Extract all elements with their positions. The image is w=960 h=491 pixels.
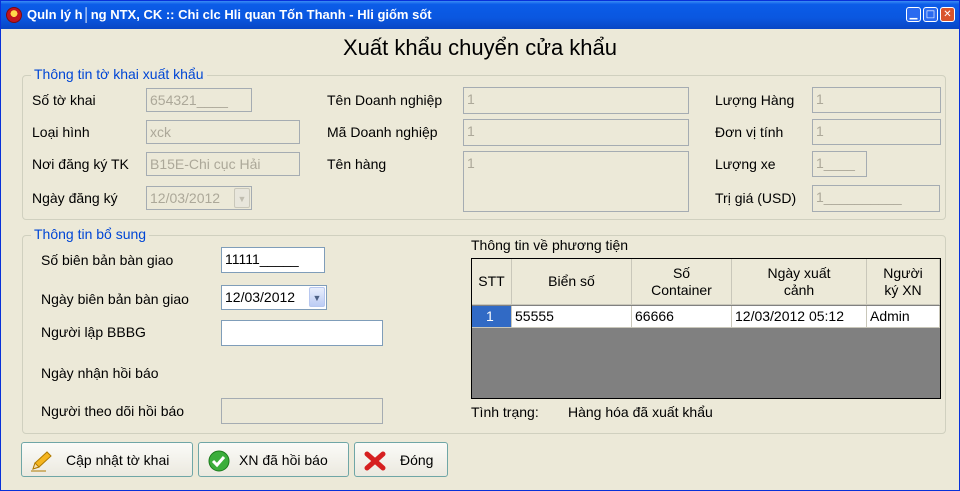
main-window: Quln lý h│ng NTX, CK :: Chi clc Hli quan… <box>0 0 960 491</box>
vehicle-info-title: Thông tin về phương tiện <box>471 237 629 253</box>
ten-doanh-nghiep-label: Tên Doanh nghiệp <box>327 92 443 108</box>
ma-doanh-nghiep-field[interactable]: 1 <box>463 119 689 146</box>
luong-hang-field[interactable]: 1 <box>812 87 941 113</box>
close-x-icon <box>364 451 386 471</box>
ten-hang-label: Tên hàng <box>327 156 387 172</box>
update-declaration-button[interactable]: Cập nhật tờ khai <box>21 442 193 477</box>
luong-xe-label: Lượng xe <box>715 156 776 172</box>
status-value: Hàng hóa đã xuất khẩu <box>568 404 713 420</box>
confirm-report-button[interactable]: XN đã hồi báo <box>198 442 349 477</box>
app-emblem-icon[interactable] <box>6 7 22 23</box>
column-header[interactable]: STT <box>472 259 512 305</box>
update-button-label: Cập nhật tờ khai <box>66 452 170 468</box>
nguoi-lap-field[interactable] <box>221 320 383 346</box>
close-button-label: Đóng <box>400 452 434 468</box>
column-header[interactable]: Người ký XN <box>867 259 940 305</box>
ngay-bbbg-label: Ngày biên bản bàn giao <box>41 291 189 307</box>
ngay-dang-ky-value: 12/03/2012 <box>150 190 221 206</box>
ngay-dang-ky-combo[interactable]: 12/03/2012 ▼ <box>146 186 252 210</box>
column-header[interactable]: Số Container <box>632 259 732 305</box>
cell-bien-so[interactable]: 55555 <box>512 306 632 328</box>
cell-nguoi-ky[interactable]: Admin <box>867 306 940 328</box>
ten-hang-field[interactable]: 1 <box>463 151 689 212</box>
table-row[interactable]: 1 55555 66666 12/03/2012 05:12 Admin <box>472 306 940 328</box>
ten-doanh-nghiep-field[interactable]: 1 <box>463 87 689 114</box>
noi-dang-ky-field[interactable]: B15E-Chi cục Hải <box>146 152 300 176</box>
chevron-down-icon[interactable]: ▼ <box>234 188 250 208</box>
confirm-button-label: XN đã hồi báo <box>239 452 328 468</box>
column-header[interactable]: Ngày xuất cảnh <box>732 259 867 305</box>
tri-gia-label: Trị giá (USD) <box>715 190 797 206</box>
ngay-bbbg-combo[interactable]: 12/03/2012 ▼ <box>221 285 327 310</box>
ngay-bbbg-value: 12/03/2012 <box>225 289 296 305</box>
luong-hang-label: Lượng Hàng <box>715 92 795 108</box>
status-label: Tình trạng: <box>471 404 539 420</box>
ngay-nhan-hoi-bao-label: Ngày nhận hồi báo <box>41 365 159 381</box>
pencil-icon <box>31 451 52 472</box>
noi-dang-ky-label: Nơi đăng ký TK <box>32 156 129 172</box>
cell-ngay-xuat[interactable]: 12/03/2012 05:12 <box>732 306 867 328</box>
nguoi-theo-doi-label: Người theo dõi hồi báo <box>41 403 185 419</box>
so-bbbg-label: Số biên bản bàn giao <box>41 252 174 268</box>
cell-stt[interactable]: 1 <box>472 306 512 328</box>
additional-info-legend: Thông tin bổ sung <box>31 226 150 242</box>
so-bbbg-field[interactable]: 11111_____ <box>221 247 325 273</box>
window-title: Quln lý h│ng NTX, CK :: Chi clc Hli quan… <box>27 7 432 22</box>
don-vi-tinh-label: Đơn vị tính <box>715 124 784 140</box>
ma-doanh-nghiep-label: Mã Doanh nghiệp <box>327 124 438 140</box>
nguoi-theo-doi-field[interactable] <box>221 398 383 424</box>
chevron-down-icon[interactable]: ▼ <box>309 287 325 307</box>
maximize-button[interactable]: □ <box>923 7 938 22</box>
minimize-button[interactable]: ▁ <box>906 7 921 22</box>
close-button[interactable]: Đóng <box>354 442 448 477</box>
so-to-khai-field[interactable]: 654321____ <box>146 88 252 112</box>
so-to-khai-label: Số tờ khai <box>32 92 96 108</box>
ngay-dang-ky-label: Ngày đăng ký <box>32 190 118 206</box>
column-header[interactable]: Biển số <box>512 259 632 305</box>
grid-header: STT Biển số Số Container Ngày xuất cảnh … <box>472 259 940 305</box>
check-icon <box>208 450 230 472</box>
export-info-legend: Thông tin tờ khai xuất khẩu <box>31 66 207 82</box>
form-title: Xuất khẩu chuyển cửa khẩu <box>342 35 618 60</box>
close-window-button[interactable]: ✕ <box>940 7 955 22</box>
title-bar[interactable]: Quln lý h│ng NTX, CK :: Chi clc Hli quan… <box>1 1 959 29</box>
cell-container[interactable]: 66666 <box>632 306 732 328</box>
tri-gia-field[interactable]: 1__________ <box>812 185 940 212</box>
loai-hinh-label: Loại hình <box>32 124 90 140</box>
loai-hinh-field[interactable]: xck <box>146 120 300 144</box>
vehicle-grid[interactable]: STT Biển số Số Container Ngày xuất cảnh … <box>471 258 941 399</box>
don-vi-tinh-field[interactable]: 1 <box>812 119 941 145</box>
luong-xe-field[interactable]: 1____ <box>812 151 867 177</box>
nguoi-lap-label: Người lập BBBG <box>41 324 146 340</box>
